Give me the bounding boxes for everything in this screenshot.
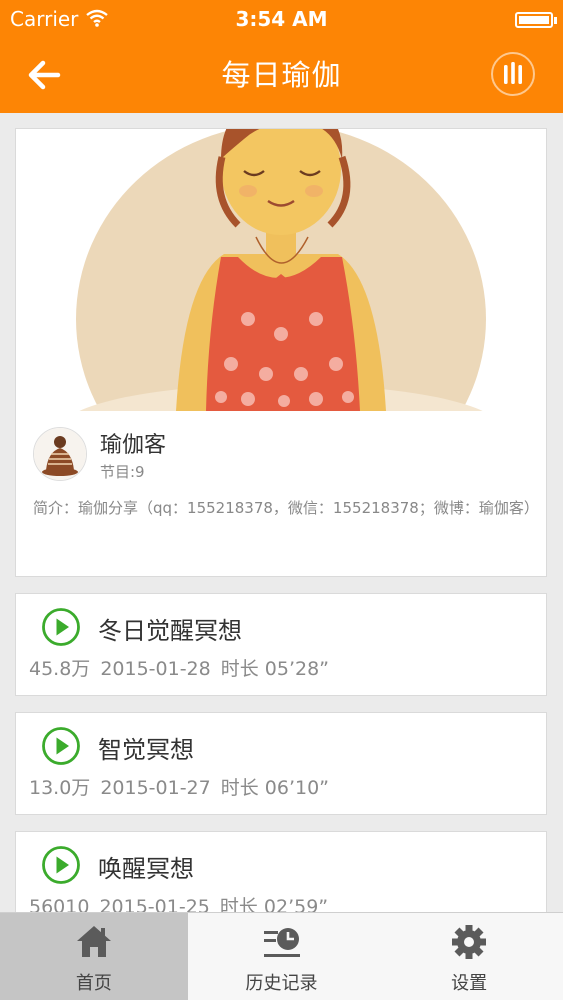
track-item[interactable]: 智觉冥想 13.0万 2015-01-27 时长 06’10” [15,712,547,815]
tab-label: 设置 [451,973,488,994]
track-title: 冬日觉醒冥想 [98,617,242,645]
album-card: 瑜伽客 节目:9 简介：瑜伽分享（qq：155218378，微信：1552183… [15,128,547,577]
track-title: 唤醒冥想 [98,855,194,883]
track-duration: 时长 06’10” [220,777,330,799]
tab-bar: 首页 历史记录 设置 [0,912,563,1000]
gear-icon [452,925,487,959]
page-title: 每日瑜伽 [221,58,342,92]
status-bar: Carrier 3:54 AM [0,0,563,38]
track-meta: 45.8万 2015-01-28 时长 05’28” [29,654,339,681]
track-item[interactable]: 冬日觉醒冥想 45.8万 2015-01-28 时长 05’28” [15,593,547,696]
play-icon[interactable] [41,845,81,885]
track-date: 2015-01-28 [100,658,211,680]
author-avatar[interactable] [33,427,87,481]
album-intro: 简介：瑜伽分享（qq：155218378，微信：155218378；微博：瑜伽客… [33,499,539,517]
play-icon[interactable] [41,726,81,766]
tab-home[interactable]: 首页 [0,913,188,1000]
track-duration: 时长 05’28” [220,658,330,680]
tab-history[interactable]: 历史记录 [188,913,376,1000]
yoga-illustration [16,129,546,411]
battery-tip [554,17,557,24]
home-icon [76,926,111,957]
navigation-bar: Carrier 3:54 AM 每日瑜伽 [0,0,563,113]
equalizer-icon [504,62,522,84]
clock: 3:54 AM [235,7,328,31]
track-title: 智觉冥想 [98,736,194,764]
play-icon[interactable] [41,607,81,647]
equalizer-button[interactable] [491,52,535,96]
battery-icon [515,12,553,28]
program-count: 节目:9 [100,463,145,481]
tab-label: 历史记录 [245,973,318,994]
history-icon [263,928,300,957]
play-count: 13.0万 [29,777,91,799]
track-date: 2015-01-27 [100,777,211,799]
tab-settings[interactable]: 设置 [375,913,563,1000]
track-meta: 13.0万 2015-01-27 时长 06’10” [29,773,339,800]
author-name: 瑜伽客 [100,433,167,458]
tab-label: 首页 [75,973,112,994]
play-count: 45.8万 [29,658,91,680]
